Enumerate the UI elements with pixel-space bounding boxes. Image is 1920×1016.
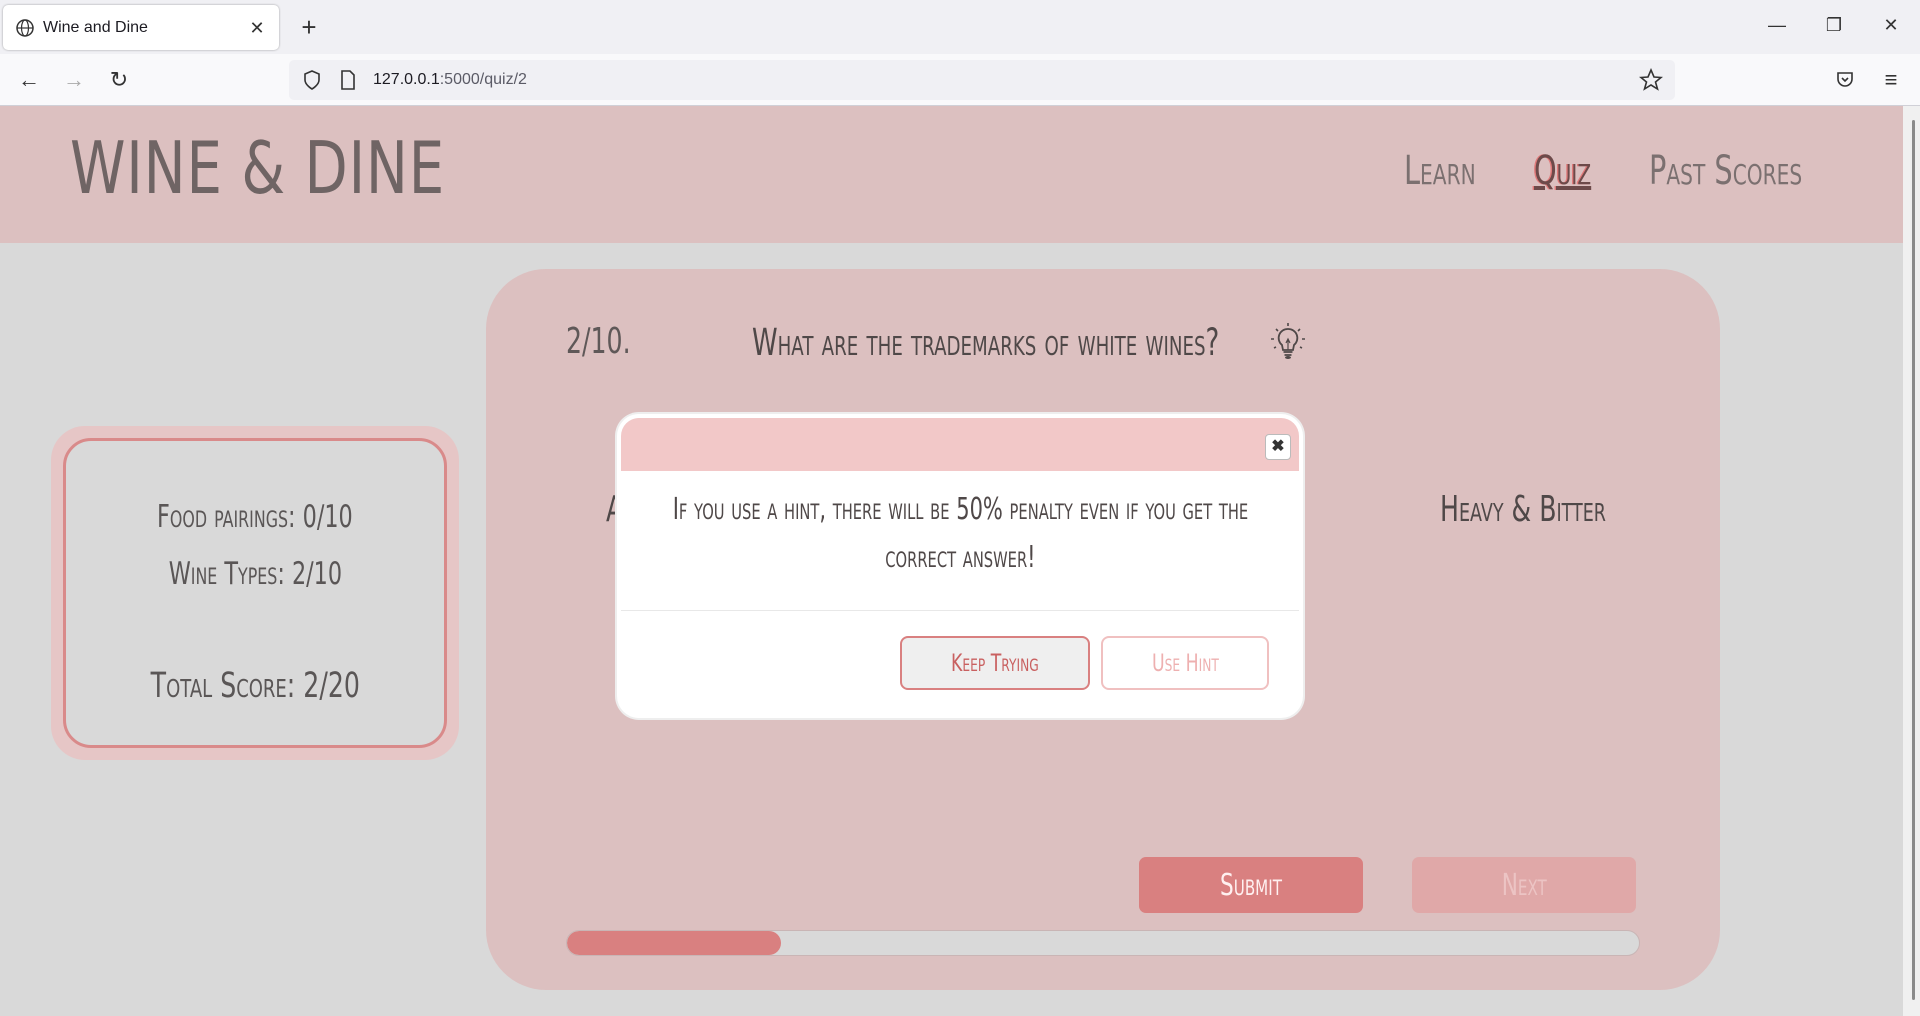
new-tab-button[interactable]: +	[294, 12, 324, 42]
use-hint-label: Use Hint	[1151, 649, 1219, 677]
page-icon	[337, 69, 359, 91]
submit-button[interactable]: Submit	[1139, 857, 1363, 913]
reload-icon[interactable]: ↻	[102, 63, 136, 97]
bookmark-star-icon[interactable]	[1639, 68, 1663, 92]
modal-close-icon[interactable]: ✖	[1265, 434, 1291, 460]
menu-icon[interactable]: ≡	[1874, 63, 1908, 97]
nav-past-scores[interactable]: Past Scores	[1649, 148, 1802, 194]
score-card-inner: Food pairings: 0/10 Wine Types: 2/10 Tot…	[63, 438, 447, 748]
url-host: 127.0.0.1	[373, 71, 440, 88]
url-bar[interactable]: 127.0.0.1 :5000/quiz/2	[289, 60, 1675, 100]
lightbulb-hint-icon[interactable]	[1266, 319, 1310, 363]
page: WINE & DINE Learn Quiz Past Scores Food …	[0, 106, 1920, 1016]
question-text: What are the trademarks of white wines?	[752, 321, 1220, 364]
nav-quiz[interactable]: Quiz	[1534, 148, 1591, 194]
modal-divider	[621, 610, 1299, 611]
hint-warning-modal: ✖ If you use a hint, there will be 50% p…	[617, 414, 1303, 718]
restore-icon[interactable]: ❐	[1819, 10, 1849, 40]
site-logo[interactable]: WINE & DINE	[70, 126, 445, 210]
use-hint-button[interactable]: Use Hint	[1101, 636, 1269, 690]
tab-title: Wine and Dine	[43, 18, 148, 36]
minimize-icon[interactable]: —	[1762, 10, 1792, 40]
shield-icon[interactable]	[301, 69, 323, 91]
site-header: WINE & DINE Learn Quiz Past Scores	[0, 106, 1903, 243]
back-arrow-icon[interactable]: ←	[12, 63, 46, 97]
globe-icon	[16, 18, 34, 37]
nav-learn[interactable]: Learn	[1404, 148, 1476, 194]
keep-trying-button[interactable]: Keep Trying	[900, 636, 1090, 690]
quiz-progress-bar	[566, 930, 1640, 956]
progress-fill	[567, 931, 782, 955]
submit-label: Submit	[1220, 867, 1282, 903]
next-button[interactable]: Next	[1412, 857, 1636, 913]
answer-option-3[interactable]: Heavy & Bitter	[1440, 489, 1606, 530]
modal-header: ✖	[621, 418, 1299, 471]
browser-nav-bar: ← → ↻ 127.0.0.1 :5000/quiz/2 ≡	[0, 54, 1920, 106]
modal-message-text: If you use a hint, there will be 50% pen…	[672, 492, 1248, 575]
score-card: Food pairings: 0/10 Wine Types: 2/10 Tot…	[51, 426, 459, 760]
tab-close-icon[interactable]: ✕	[247, 18, 267, 38]
total-score: Total Score: 2/20	[150, 666, 360, 706]
url-path: :5000/quiz/2	[439, 71, 527, 88]
question-number: 2/10.	[566, 321, 631, 362]
keep-trying-label: Keep Trying	[951, 649, 1039, 677]
browser-tab-bar: Wine and Dine ✕ + — ❐ ✕	[0, 0, 1920, 54]
forward-arrow-icon[interactable]: →	[57, 63, 91, 97]
scrollbar-thumb[interactable]	[1912, 120, 1915, 1000]
close-window-icon[interactable]: ✕	[1876, 10, 1906, 40]
modal-message: If you use a hint, there will be 50% pen…	[647, 486, 1273, 582]
next-label: Next	[1501, 867, 1547, 903]
browser-tab[interactable]: Wine and Dine ✕	[3, 5, 279, 50]
food-pairings-score: Food pairings: 0/10	[157, 499, 353, 535]
pocket-icon[interactable]	[1828, 63, 1862, 97]
page-scrollbar[interactable]	[1903, 106, 1920, 1016]
wine-types-score: Wine Types: 2/10	[168, 556, 342, 592]
